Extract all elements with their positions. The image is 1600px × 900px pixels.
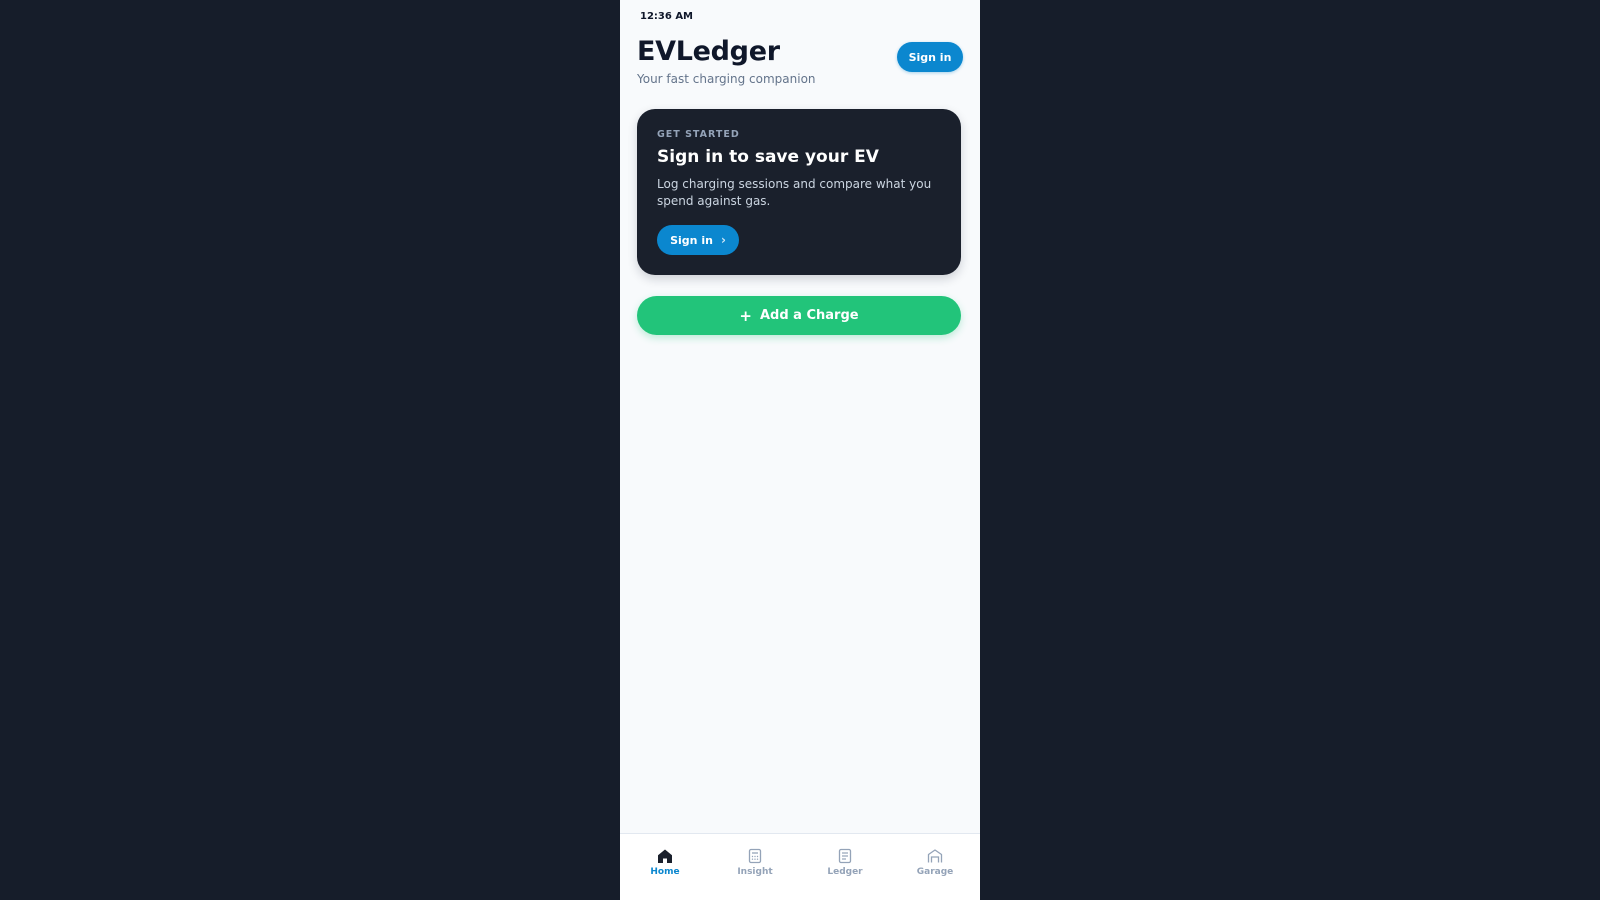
chevron-right-icon: ›: [720, 233, 726, 247]
garage-icon: [927, 849, 943, 863]
plus-icon: +: [739, 306, 752, 325]
app-title: EVLedger: [637, 36, 780, 67]
document-icon: [838, 848, 852, 864]
nav-item-garage[interactable]: Garage: [890, 834, 980, 900]
nav-label-garage: Garage: [916, 867, 954, 877]
header-sign-in-button[interactable]: Sign in: [897, 42, 963, 72]
get-started-card: GET STARTED Sign in to save your EV Log …: [637, 109, 961, 275]
phone-screen: 12:36 AM EVLedger Your fast charging com…: [620, 0, 980, 900]
nav-item-ledger[interactable]: Ledger: [800, 834, 890, 900]
nav-label-insight: Insight: [737, 867, 773, 877]
card-eyebrow: GET STARTED: [657, 129, 740, 140]
nav-item-home[interactable]: Home: [620, 834, 710, 900]
add-charge-button[interactable]: + Add a Charge: [637, 296, 961, 335]
home-icon: [658, 849, 672, 863]
app-subtitle: Your fast charging companion: [637, 72, 816, 86]
card-sign-in-button[interactable]: Sign in ›: [657, 225, 739, 255]
nav-label-ledger: Ledger: [827, 867, 863, 877]
status-time: 12:36 AM: [640, 11, 694, 22]
nav-label-home: Home: [650, 867, 680, 877]
card-sign-in-label: Sign in: [670, 233, 713, 247]
nav-item-insight[interactable]: Insight: [710, 834, 800, 900]
add-charge-label: Add a Charge: [759, 308, 859, 323]
bottom-nav: Home Insight Ledger Garage: [620, 833, 980, 900]
calculator-icon: [748, 848, 762, 864]
card-heading: Sign in to save your EV: [657, 147, 879, 167]
card-description: Log charging sessions and compare what y…: [657, 177, 932, 208]
